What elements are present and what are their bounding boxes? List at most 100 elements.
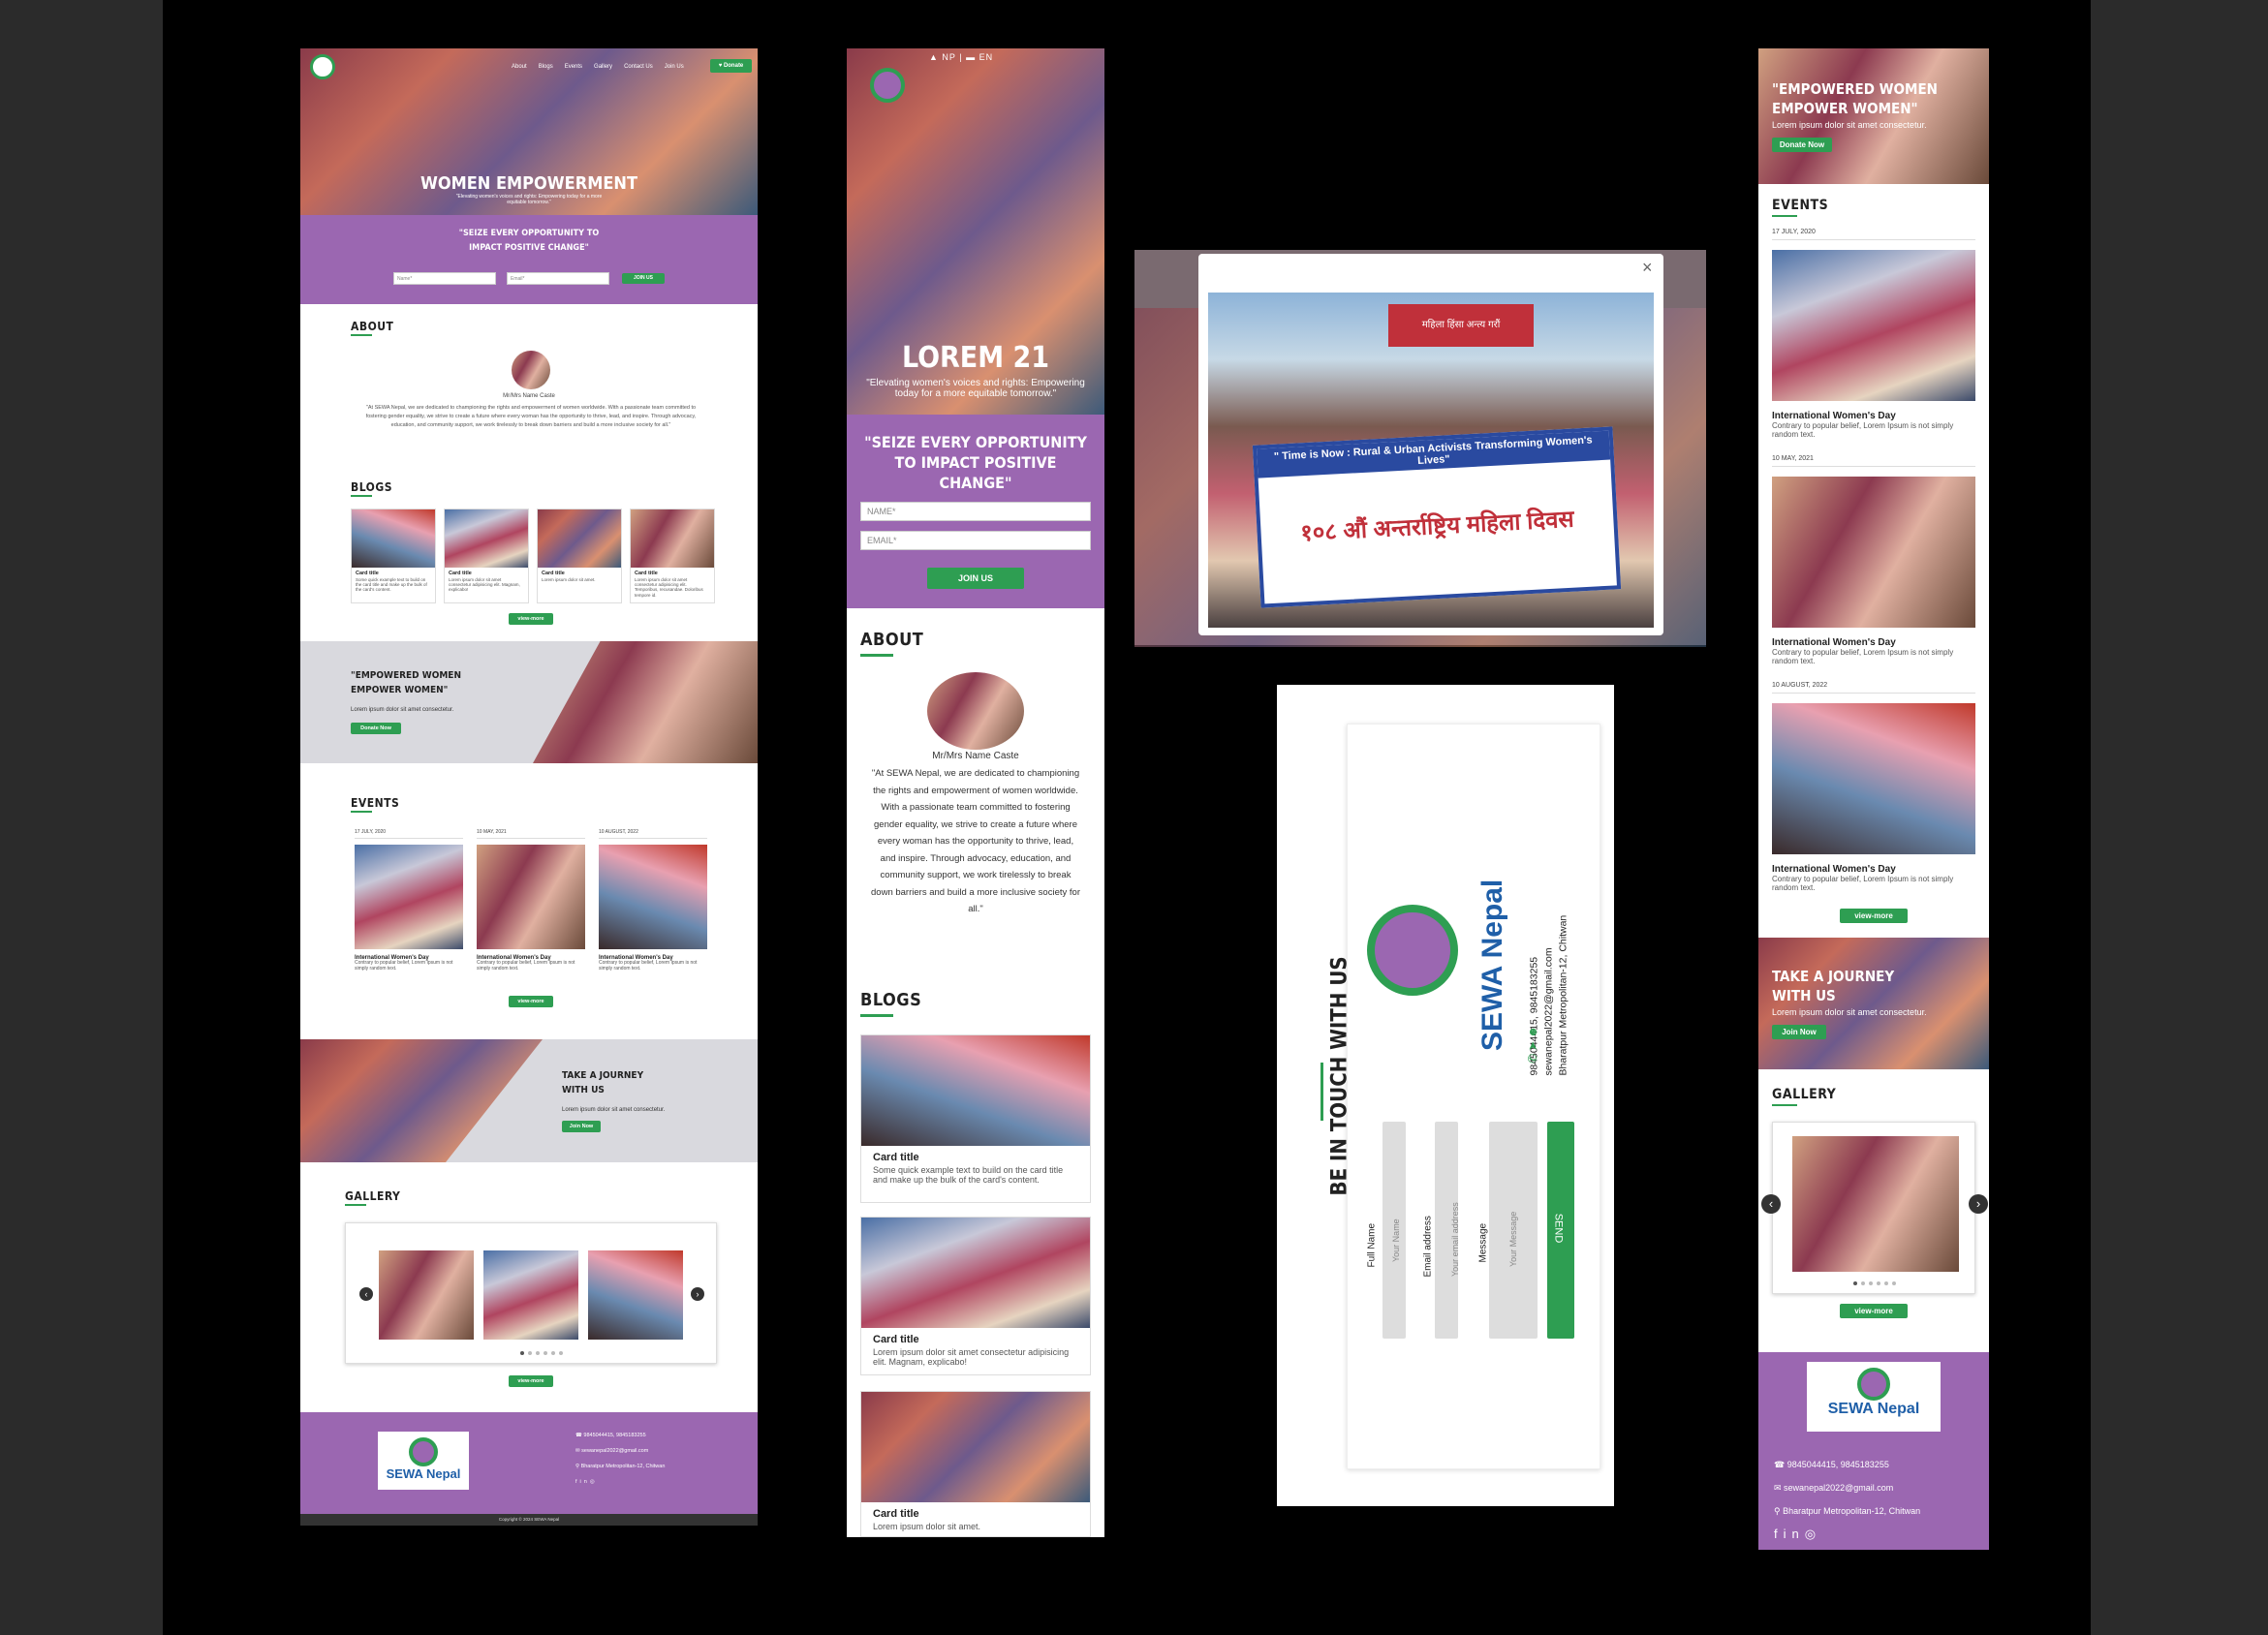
carousel-next-icon[interactable]: › — [691, 1287, 704, 1301]
mobile-blog-card[interactable]: Card title Lorem ipsum dolor sit amet co… — [860, 1217, 1091, 1375]
event-image — [1772, 477, 1975, 628]
modal-close-icon[interactable]: × — [1642, 258, 1653, 278]
desktop-event-card[interactable]: 10 AUGUST, 2022 International Women's Da… — [599, 829, 707, 994]
carousel-dots[interactable] — [513, 1349, 571, 1355]
mobile-hero-subtitle: "Elevating women's voices and rights: Em… — [866, 378, 1085, 399]
footer-address: Bharatpur Metropolitan-12, Chitwan — [1783, 1506, 1921, 1516]
nav-contact[interactable]: Contact Us — [624, 64, 653, 70]
blog-card-title: Card title — [356, 571, 379, 576]
desktop-blog-card[interactable]: Card title Lorem ipsum dolor sit amet co… — [630, 509, 715, 603]
facebook-icon[interactable]: f — [1774, 1527, 1784, 1541]
blog-card-image — [861, 1035, 1090, 1146]
right-event-card[interactable]: 10 AUGUST, 2022 International Women's Da… — [1772, 682, 1975, 905]
desktop-blog-card[interactable]: Card title Some quick example text to bu… — [351, 509, 436, 603]
event-image — [1772, 250, 1975, 401]
mobile-email-input[interactable]: EMAIL* — [860, 531, 1091, 550]
carousel-dots[interactable] — [1841, 1280, 1909, 1285]
desktop-join-button[interactable]: JOIN US — [622, 273, 665, 284]
mobile-about-heading: ABOUT — [860, 630, 924, 650]
nav-gallery[interactable]: Gallery — [594, 64, 612, 70]
footer-email: sewanepal2022@gmail.com — [1784, 1483, 1894, 1493]
mobile-name-input[interactable]: NAME* — [860, 502, 1091, 521]
mobile-logo-icon[interactable] — [870, 68, 905, 103]
right-join-now-button[interactable]: Join Now — [1772, 1025, 1826, 1039]
nav-events[interactable]: Events — [565, 64, 582, 70]
lightbox-backdrop: × महिला हिंसा अन्त्य गरौं " Time is Now … — [1134, 250, 1706, 647]
desktop-donate-button[interactable]: ♥ Donate — [710, 59, 752, 73]
right-footer-logo: SEWA Nepal — [1807, 1362, 1941, 1432]
right-events-view-more[interactable]: view-more — [1840, 909, 1908, 923]
gallery-image[interactable] — [379, 1250, 474, 1340]
carousel-prev-icon[interactable]: ‹ — [359, 1287, 373, 1301]
message-placeholder: Your Message — [1508, 1211, 1518, 1267]
desktop-join-now-button[interactable]: Join Now — [562, 1121, 601, 1132]
desktop-donate-now-button[interactable]: Donate Now — [351, 723, 401, 734]
email-label: Email address — [1422, 1216, 1434, 1278]
desktop-logo-icon[interactable] — [310, 54, 335, 79]
contact-card: SEWA Nepal 9845044415, 9845183255 sewane… — [1347, 724, 1600, 1469]
journey-image — [300, 1039, 543, 1162]
right-event-card[interactable]: 10 MAY, 2021 International Women's Day C… — [1772, 455, 1975, 678]
desktop-blogs-heading: BLOGS — [351, 480, 392, 494]
phone-icon[interactable]: ✆ — [1526, 1051, 1539, 1064]
desktop-quote-band: "SEIZE EVERY OPPORTUNITY TO IMPACT POSIT… — [300, 215, 758, 304]
right-donate-now-button[interactable]: Donate Now — [1772, 138, 1832, 152]
modal-main-banner: " Time is Now : Rural & Urban Activists … — [1252, 426, 1622, 608]
nav-join[interactable]: Join Us — [665, 64, 684, 70]
desktop-email-input[interactable]: Email* — [507, 272, 609, 285]
gallery-image[interactable] — [1792, 1136, 1959, 1272]
blog-card-text: Some quick example text to build on the … — [356, 577, 427, 593]
desktop-name-input[interactable]: Name* — [393, 272, 496, 285]
desktop-copyright-bar: Copyright © 2024 SEWA Nepal — [300, 1514, 758, 1526]
mobile-hero-title: LOREM 21 — [901, 341, 1050, 375]
nav-about[interactable]: About — [512, 64, 527, 70]
desktop-nav: About Blogs Events Gallery Contact Us Jo… — [512, 64, 684, 70]
desktop-blog-card[interactable]: Card title Lorem ipsum dolor sit amet. — [537, 509, 622, 603]
location-icon: ⚲ — [1774, 1506, 1784, 1516]
lang-en[interactable]: EN — [979, 52, 994, 62]
desktop-event-card[interactable]: 17 JULY, 2020 International Women's Day … — [355, 829, 463, 994]
blog-card-image — [861, 1218, 1090, 1328]
linkedin-icon[interactable]: in — [580, 1479, 590, 1485]
blog-card-title: Card title — [873, 1334, 919, 1345]
top-banner-text: महिला हिंसा अन्त्य गरौं — [1421, 320, 1501, 330]
right-gallery-view-more[interactable]: view-more — [1840, 1304, 1908, 1318]
mobile-lang-switch[interactable]: ▲ NP | ▬ EN — [929, 52, 993, 62]
event-text: Contrary to popular belief, Lorem Ipsum … — [477, 960, 575, 972]
gallery-image[interactable] — [588, 1250, 683, 1340]
carousel-prev-icon[interactable]: ‹ — [1761, 1194, 1781, 1214]
gallery-image[interactable] — [483, 1250, 578, 1340]
desktop-event-card[interactable]: 10 MAY, 2021 International Women's Day C… — [477, 829, 585, 994]
send-icon[interactable]: ➤ — [1526, 1038, 1539, 1051]
nav-blogs[interactable]: Blogs — [539, 64, 553, 70]
desktop-quote: "SEIZE EVERY OPPORTUNITY TO IMPACT POSIT… — [458, 229, 600, 253]
linkedin-icon[interactable]: in — [1784, 1527, 1805, 1541]
banner2-text: Lorem ipsum dolor sit amet consectetur. — [562, 1107, 666, 1113]
send-button[interactable]: SEND — [1547, 1122, 1574, 1339]
right-gallery-heading: GALLERY — [1772, 1087, 1837, 1102]
desktop-events-view-more[interactable]: view-more — [509, 996, 553, 1007]
flag-en-icon: ▬ — [966, 52, 979, 62]
user-icon[interactable]: ☻ — [1526, 1023, 1539, 1038]
journey-text: Lorem ipsum dolor sit amet consectetur. — [1772, 1007, 1927, 1017]
instagram-icon[interactable]: ◎ — [590, 1479, 598, 1485]
desktop-blog-card[interactable]: Card title Lorem ipsum dolor sit amet co… — [444, 509, 529, 603]
journey-title: TAKE A JOURNEY WITH US — [1772, 968, 1895, 1004]
right-event-card[interactable]: 17 JULY, 2020 International Women's Day … — [1772, 229, 1975, 451]
lightbox-modal: × महिला हिंसा अन्त्य गरौं " Time is Now … — [1198, 254, 1663, 635]
blog-card-image — [861, 1392, 1090, 1502]
lang-np[interactable]: NP — [942, 52, 955, 62]
carousel-next-icon[interactable]: › — [1969, 1194, 1988, 1214]
mobile-quote-band: "SEIZE EVERY OPPORTUNITY TO IMPACT POSIT… — [847, 415, 1104, 608]
desktop-gallery-view-more[interactable]: view-more — [509, 1375, 553, 1387]
email-icon: ✉ — [1774, 1483, 1785, 1493]
mobile-blog-card[interactable]: Card title Some quick example text to bu… — [860, 1034, 1091, 1203]
mobile-blog-card[interactable]: Card title Lorem ipsum dolor sit amet. — [860, 1391, 1091, 1537]
message-label: Message — [1477, 1222, 1489, 1263]
instagram-icon[interactable]: ◎ — [1805, 1527, 1821, 1541]
desktop-blogs-view-more[interactable]: view-more — [509, 613, 553, 625]
desktop-hero-image: About Blogs Events Gallery Contact Us Jo… — [300, 48, 758, 215]
mobile-join-button[interactable]: JOIN US — [927, 568, 1024, 589]
full-name-placeholder: Your Name — [1391, 1219, 1401, 1262]
contact-email: sewanepal2022@gmail.com — [1542, 947, 1555, 1076]
